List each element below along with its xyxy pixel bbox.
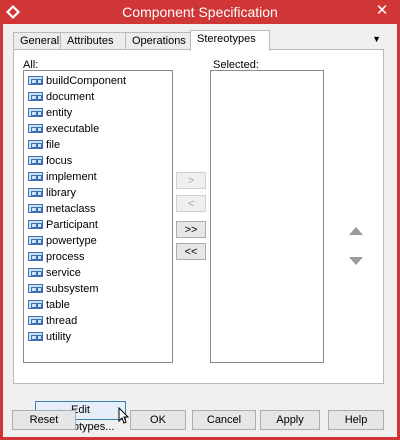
list-item-label: service bbox=[46, 267, 81, 279]
add-button[interactable]: > bbox=[176, 172, 206, 189]
remove-all-button[interactable]: << bbox=[176, 243, 206, 260]
remove-button[interactable]: < bbox=[176, 195, 206, 212]
stereotypes-panel: All: Selected: buildComponent document ent… bbox=[13, 49, 384, 433]
tab-attributes[interactable]: Attributes bbox=[60, 32, 126, 49]
stereotype-icon bbox=[28, 92, 43, 101]
list-item[interactable]: entity bbox=[28, 105, 72, 121]
list-item-label: subsystem bbox=[46, 283, 99, 295]
list-item-label: powertype bbox=[46, 235, 97, 247]
dialog-content: General Attributes Operations Stereotype… bbox=[3, 24, 397, 437]
stereotype-icon bbox=[28, 188, 43, 197]
list-item-label: table bbox=[46, 299, 70, 311]
list-item-label: file bbox=[46, 139, 61, 151]
tab-stereotypes[interactable]: Stereotypes bbox=[190, 30, 270, 51]
list-item[interactable]: document bbox=[28, 89, 94, 105]
stereotype-icon bbox=[28, 316, 43, 325]
list-item[interactable]: Participant bbox=[28, 217, 98, 233]
list-item[interactable]: subsystem bbox=[28, 281, 99, 297]
all-stereotypes-list[interactable]: buildComponent document entity executable fi… bbox=[23, 70, 173, 363]
list-item-label: metaclass bbox=[46, 203, 96, 215]
list-item-label: implement bbox=[46, 171, 97, 183]
move-down-icon[interactable] bbox=[349, 257, 363, 265]
close-button[interactable]: ✕ bbox=[370, 1, 394, 21]
list-item-label: utility bbox=[46, 331, 72, 343]
stereotype-icon bbox=[28, 252, 43, 261]
list-item[interactable]: powertype bbox=[28, 233, 97, 249]
list-item[interactable]: thread bbox=[28, 313, 77, 329]
list-item[interactable]: service bbox=[28, 265, 81, 281]
apply-button[interactable]: Apply bbox=[260, 410, 320, 430]
list-item-label: document bbox=[46, 91, 95, 103]
help-button[interactable]: Help bbox=[328, 410, 384, 430]
list-item-label: Participant bbox=[46, 219, 98, 231]
list-item[interactable]: buildComponent bbox=[28, 73, 126, 89]
stereotype-icon bbox=[28, 124, 43, 133]
list-item[interactable]: focus bbox=[28, 153, 72, 169]
stereotype-icon bbox=[28, 220, 43, 229]
list-item-label: executable bbox=[46, 123, 100, 135]
tab-general[interactable]: General bbox=[13, 32, 61, 49]
stereotype-icon bbox=[28, 108, 43, 117]
stereotype-icon bbox=[28, 300, 43, 309]
list-item[interactable]: implement bbox=[28, 169, 97, 185]
tab-menu-dropdown-icon[interactable]: ▼ bbox=[372, 34, 381, 44]
ok-button[interactable]: OK bbox=[130, 410, 186, 430]
dialog-window: Component Specification ✕ General Attrib… bbox=[0, 0, 400, 440]
list-item[interactable]: process bbox=[28, 249, 85, 265]
reset-button[interactable]: Reset bbox=[12, 410, 76, 430]
list-item-label: buildComponent bbox=[46, 75, 127, 87]
list-item[interactable]: utility bbox=[28, 329, 71, 345]
list-item[interactable]: table bbox=[28, 297, 70, 313]
stereotype-icon bbox=[28, 140, 43, 149]
title-bar[interactable]: Component Specification ✕ bbox=[0, 0, 400, 24]
list-item-label: library bbox=[46, 187, 76, 199]
stereotype-icon bbox=[28, 204, 43, 213]
stereotype-icon bbox=[28, 332, 43, 341]
list-item[interactable]: metaclass bbox=[28, 201, 96, 217]
stereotype-icon bbox=[28, 172, 43, 181]
cancel-button[interactable]: Cancel bbox=[192, 410, 256, 430]
stereotype-icon bbox=[28, 284, 43, 293]
list-item-label: entity bbox=[46, 107, 73, 119]
mouse-pointer-icon bbox=[118, 407, 130, 424]
stereotype-icon bbox=[28, 236, 43, 245]
list-item-label: thread bbox=[46, 315, 78, 327]
list-item-label: process bbox=[46, 251, 85, 263]
tab-operations[interactable]: Operations bbox=[125, 32, 191, 49]
selected-stereotypes-list[interactable] bbox=[210, 70, 324, 363]
window-title: Component Specification bbox=[122, 4, 278, 20]
stereotype-icon bbox=[28, 156, 43, 165]
list-item[interactable]: library bbox=[28, 185, 76, 201]
stereotype-icon bbox=[28, 76, 43, 85]
list-item[interactable]: executable bbox=[28, 121, 99, 137]
list-item-label: focus bbox=[46, 155, 73, 167]
stereotype-icon bbox=[28, 268, 43, 277]
list-item[interactable]: file bbox=[28, 137, 60, 153]
move-up-icon[interactable] bbox=[349, 227, 363, 235]
add-all-button[interactable]: >> bbox=[176, 221, 206, 238]
